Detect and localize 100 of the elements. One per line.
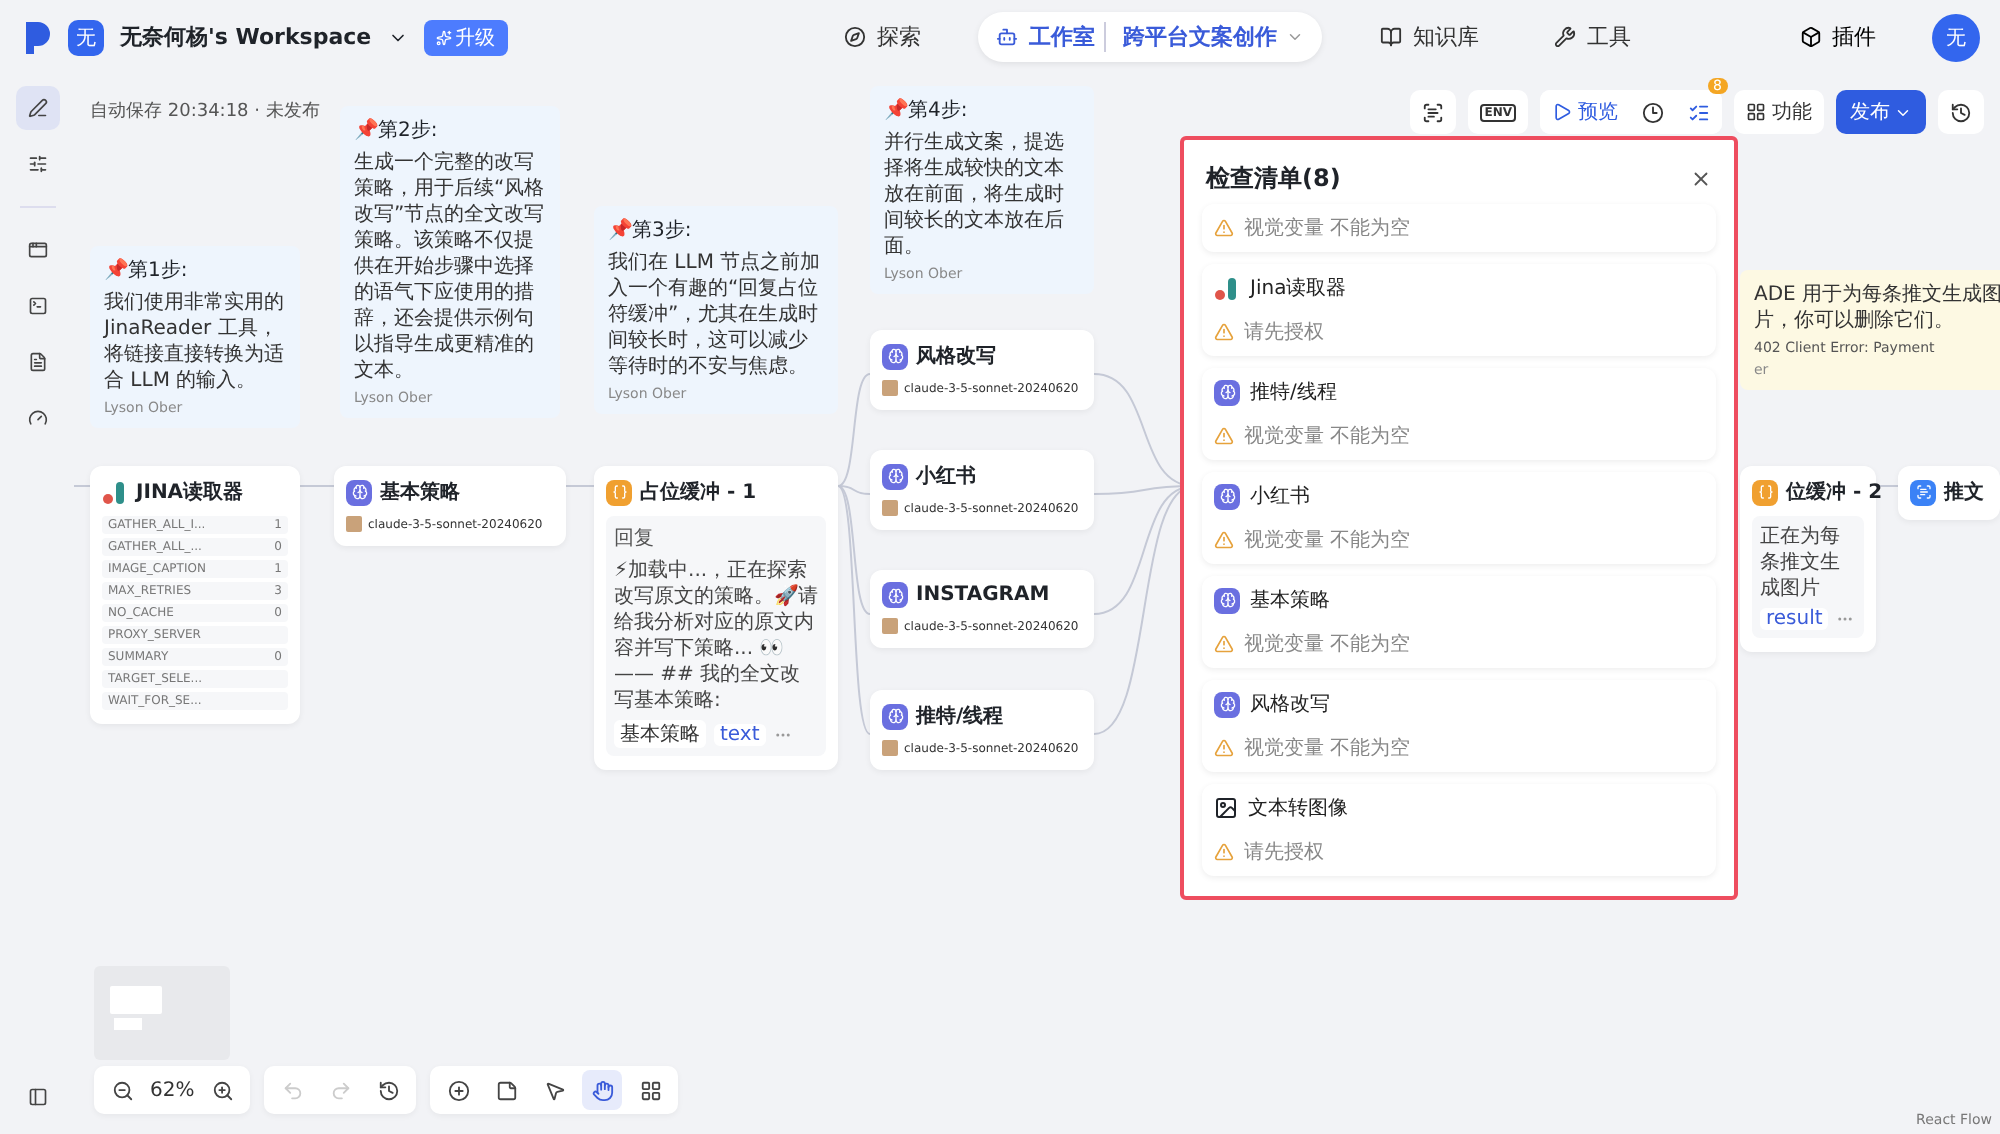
braces-icon [606, 479, 632, 505]
workspace-name[interactable]: 无奈何杨's Workspace [120, 22, 372, 52]
note-icon [495, 1079, 518, 1101]
nav-tab[interactable]: 工作室 跨平台文案创作 [978, 12, 1323, 62]
layout-icon [639, 1079, 662, 1101]
note-title: 📌第4步: [884, 98, 970, 124]
warning-icon [1214, 322, 1234, 342]
undo-icon [281, 1079, 304, 1101]
history-icon [377, 1079, 400, 1101]
sparkle-icon [435, 29, 452, 45]
gauge-icon [27, 406, 47, 430]
node-title: 占位缓冲 - 1 [640, 479, 757, 506]
variable-chip: result [1760, 608, 1829, 630]
brain-icon [1214, 691, 1240, 717]
grid-icon [1746, 102, 1766, 122]
item-name: 推特/线程 [1250, 379, 1337, 406]
note-title: 📌第3步: [608, 218, 694, 244]
note-text: 我们在 LLM 节点之前加入一个有趣的“回复占位符缓冲”，尤其在生成时间较长时，这可以减少等待时的不安与焦虑。 [608, 250, 823, 380]
note-text: 生成一个完整的改写策略，用于后续“风格改写”节点的全文改写策略。该策略不仅提供在开始步骤中选择的语气下应使用的措辞，还会提供示例句以指导生成更精准的文本。 [354, 150, 546, 384]
add-icon [447, 1079, 470, 1101]
jina-logo-icon [102, 479, 128, 505]
variable-chip: 基本策略 [614, 720, 706, 748]
item-name: 文本转图像 [1248, 795, 1348, 822]
brain-icon [1214, 587, 1240, 613]
connector-line [299, 485, 335, 487]
autosave-status: 自动保存 20:34:18 · 未发布 [90, 99, 320, 124]
close-icon [1690, 168, 1712, 190]
checklist-item[interactable]: Jina读取器 请先授权 [1202, 264, 1716, 356]
sidebar-button[interactable] [15, 86, 59, 130]
brain-icon [882, 463, 908, 489]
redo-icon [329, 1079, 352, 1101]
message-text: ⚡加载中...，正在探索改写原文的策略。🚀请给我分析对应的原文内容并写下策略... 👀—— ## 我的全文改写基本策略: [614, 558, 818, 714]
nav-tab[interactable]: 工具 [1536, 12, 1649, 62]
item-name: 基本策略 [1250, 587, 1330, 614]
workflow-node[interactable]: 推文 [1898, 466, 2000, 520]
warning-icon [1214, 842, 1234, 862]
image-icon [1214, 796, 1238, 820]
warning-message: 请先授权 [1244, 839, 1324, 866]
model-icon [882, 500, 898, 516]
upgrade-button[interactable]: 升级 [423, 19, 508, 55]
warning-icon [1214, 426, 1234, 446]
workspace-avatar: 无 [68, 19, 104, 55]
workflow-node[interactable]: 占位缓冲 - 1 回复 ⚡加载中...，正在探索改写原文的策略。🚀请给我分析对应的原文内容并写下策略... 👀—— ## 我的全文改写基本策略: 基本策略 text [594, 466, 838, 770]
warning-message: 视觉变量 不能为空 [1244, 423, 1411, 450]
node-title: JINA读取器 [136, 479, 244, 506]
robot-icon [996, 26, 1019, 48]
file-icon [27, 350, 47, 374]
note-text: ADE 用于为每条推文生成图片，你可以删除它们。 [1754, 282, 2000, 334]
item-name: Jina读取器 [1250, 275, 1347, 302]
node-title: INSTAGRAM [916, 584, 1050, 606]
braces-icon [1752, 479, 1778, 505]
node-title: 推特/线程 [916, 703, 1004, 730]
zoom-level: 62% [150, 1079, 195, 1101]
features-button[interactable]: 功能 [1734, 90, 1824, 134]
brain-icon [346, 479, 372, 505]
cube-icon [1800, 26, 1822, 48]
connector-line [565, 485, 595, 487]
model-icon [882, 380, 898, 396]
window-icon [27, 238, 47, 262]
plugins-button[interactable]: 插件 [1788, 20, 1888, 54]
brain-icon [1214, 379, 1240, 405]
model-icon [346, 516, 362, 532]
panel-icon [27, 1083, 47, 1109]
note-title: 📌第2步: [354, 118, 440, 144]
chevron-down-icon [1286, 28, 1305, 46]
canvas-tool-button[interactable] [582, 1070, 623, 1110]
checklist-item[interactable]: 视觉变量 不能为空 [1202, 204, 1716, 252]
panel-title: 检查清单(8) [1206, 162, 1341, 196]
item-name: 风格改写 [1250, 691, 1330, 718]
checklist-item[interactable]: 文本转图像 请先授权 [1202, 784, 1716, 876]
history-icon [1950, 101, 1972, 123]
variable-chip: text [714, 723, 766, 745]
message-text: 正在为每条推文生成图片 [1760, 524, 1842, 602]
brain-icon [882, 343, 908, 369]
publish-button[interactable]: 发布 [1836, 90, 1926, 134]
pointer-icon [543, 1079, 566, 1101]
nav-tab[interactable]: 知识库 [1362, 12, 1497, 62]
checklist-item[interactable]: 基本策略 视觉变量 不能为空 [1202, 576, 1716, 668]
history-button[interactable] [1938, 90, 1984, 134]
brain-icon [882, 703, 908, 729]
workflow-node[interactable]: 位缓冲 - 2 正在为每条推文生成图片 result [1740, 466, 1876, 652]
warning-message: 视觉变量 不能为空 [1244, 735, 1411, 762]
node-title: 基本策略 [380, 479, 460, 506]
checklist-item[interactable]: 小红书 视觉变量 不能为空 [1202, 472, 1716, 564]
checklist-item[interactable]: 风格改写 视觉变量 不能为空 [1202, 680, 1716, 772]
terminal-icon [27, 294, 47, 318]
warning-icon [1214, 634, 1234, 654]
model-icon [882, 740, 898, 756]
nav-tab[interactable]: 探索 [826, 12, 939, 62]
user-avatar[interactable]: 无 [1932, 13, 1980, 61]
connector-line [74, 485, 91, 487]
warning-icon [1214, 218, 1234, 238]
warning-message: 视觉变量 不能为空 [1244, 527, 1411, 554]
zoom-out-icon [111, 1079, 133, 1101]
screenshot-button[interactable] [1410, 90, 1457, 134]
close-button[interactable] [1690, 168, 1712, 190]
note-text: 我们使用非常实用的 JinaReader 工具，将链接直接转换为适合 LLM 的输入。 [104, 290, 286, 394]
brain-icon [1214, 483, 1240, 509]
warning-icon [1214, 530, 1234, 550]
checklist-item[interactable]: 推特/线程 视觉变量 不能为空 [1202, 368, 1716, 460]
